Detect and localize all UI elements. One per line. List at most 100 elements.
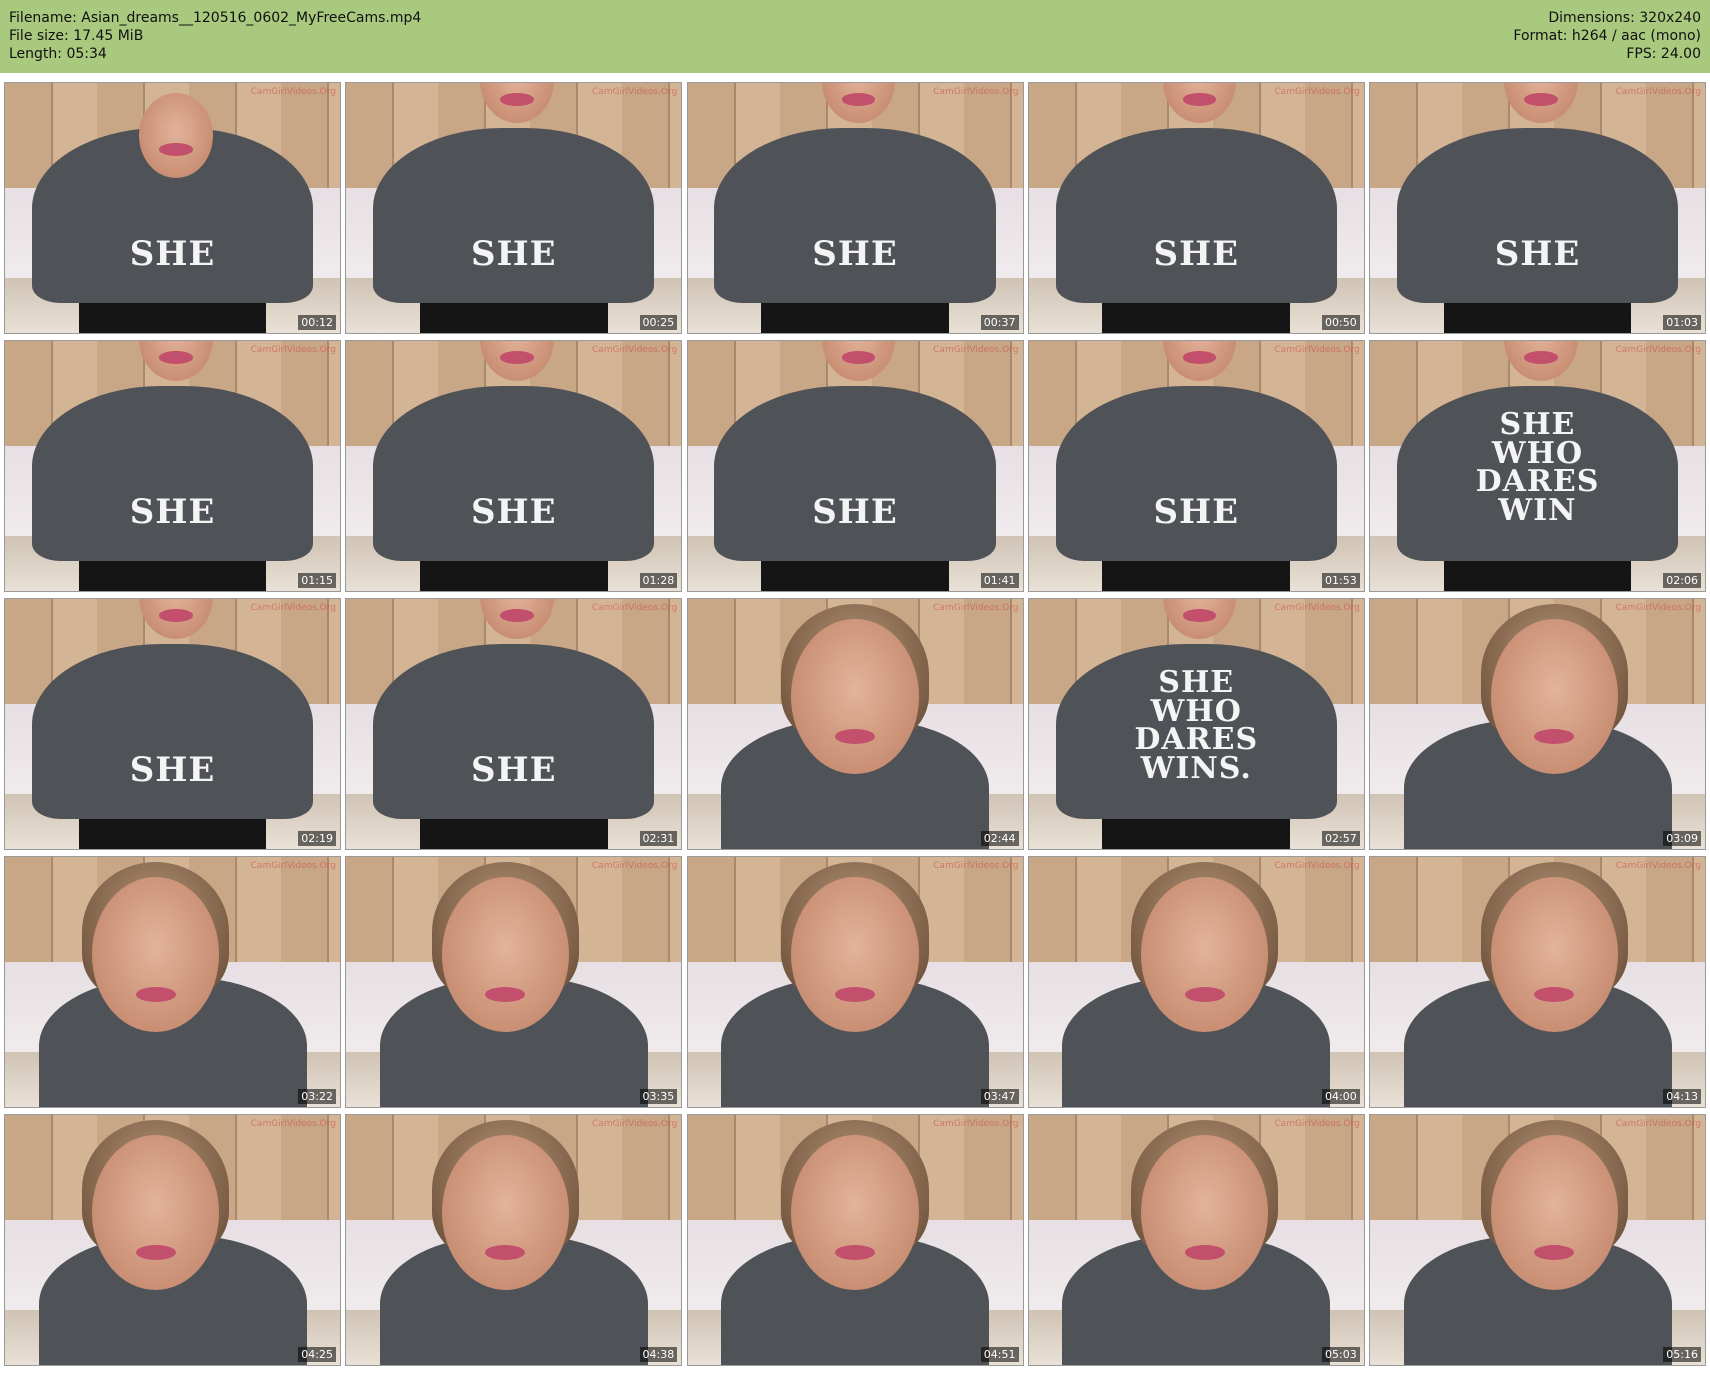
- watermark-text: CamGirlVideos.Org: [591, 345, 678, 355]
- video-thumbnail[interactable]: SHE CamGirlVideos.Org 01:41: [686, 340, 1024, 592]
- lips: [1182, 609, 1217, 622]
- face: [139, 93, 213, 178]
- thumbnail-timestamp: 02:19: [298, 831, 336, 846]
- thumbnail-timestamp: 01:28: [639, 573, 678, 588]
- thumbnail-frame-image: [346, 857, 682, 1107]
- lips: [1184, 1245, 1225, 1260]
- video-thumbnail[interactable]: CamGirlVideos.Org 05:03: [1027, 1114, 1365, 1366]
- face: [791, 1135, 919, 1290]
- thumbnail-frame-image: SHE: [687, 341, 1023, 591]
- thumbnail-timestamp: 02:44: [980, 831, 1019, 846]
- shirt-print-text: SHE: [470, 492, 557, 532]
- thumbnail-timestamp: 05:03: [1322, 1347, 1360, 1362]
- thumbnail-timestamp: 01:41: [980, 573, 1019, 588]
- watermark-text: CamGirlVideos.Org: [1615, 87, 1701, 97]
- thumbnail-frame-image: SHE: [1370, 83, 1705, 333]
- lips: [834, 987, 876, 1002]
- watermark-text: CamGirlVideos.Org: [250, 87, 336, 97]
- thumbnail-timestamp: 03:22: [298, 1089, 336, 1104]
- video-thumbnail[interactable]: CamGirlVideos.Org 04:51: [686, 1114, 1024, 1366]
- lips: [1534, 1245, 1575, 1260]
- thumbnail-timestamp: 03:35: [639, 1089, 678, 1104]
- lips: [834, 1245, 876, 1260]
- lips: [500, 351, 534, 364]
- lips: [1184, 987, 1225, 1002]
- video-thumbnail[interactable]: CamGirlVideos.Org 04:13: [1369, 856, 1706, 1108]
- video-thumbnail[interactable]: SHE CamGirlVideos.Org 00:37: [686, 82, 1024, 334]
- face: [441, 1135, 570, 1290]
- lips: [159, 143, 193, 156]
- lips: [841, 351, 876, 364]
- thumbnail-timestamp: 01:03: [1663, 315, 1701, 330]
- watermark-text: CamGirlVideos.Org: [933, 1119, 1019, 1129]
- thumbnail-timestamp: 02:31: [639, 831, 678, 846]
- face: [92, 877, 220, 1032]
- video-thumbnail[interactable]: SHE WHO DARES WINS. CamGirlVideos.Org 02:5…: [1027, 598, 1365, 850]
- video-thumbnail[interactable]: CamGirlVideos.Org 04:25: [4, 1114, 341, 1366]
- watermark-text: CamGirlVideos.Org: [591, 603, 678, 613]
- watermark-text: CamGirlVideos.Org: [250, 1119, 336, 1129]
- thumbnail-frame-image: [687, 857, 1023, 1107]
- video-thumbnail[interactable]: SHE CamGirlVideos.Org 01:15: [4, 340, 341, 592]
- filesize-label: File size: 17.45 MiB: [9, 28, 144, 44]
- filename-label: Filename: Asian_dreams__120516_0602_MyFr…: [9, 10, 422, 26]
- face: [1140, 877, 1269, 1032]
- video-thumbnail[interactable]: CamGirlVideos.Org 03:22: [4, 856, 341, 1108]
- shirt-print-text: SHE: [129, 750, 216, 790]
- video-thumbnail[interactable]: CamGirlVideos.Org 03:47: [686, 856, 1024, 1108]
- thumbnail-frame-image: SHE WHO DARES WINS.: [1028, 599, 1364, 849]
- lips: [135, 1245, 176, 1260]
- face: [441, 877, 570, 1032]
- watermark-text: CamGirlVideos.Org: [591, 87, 678, 97]
- shirt-print-text: SHE: [1153, 492, 1240, 532]
- thumbnail-frame-image: [1370, 857, 1705, 1107]
- thumbnail-timestamp: 01:53: [1322, 573, 1360, 588]
- shirt-print-text: SHE: [470, 750, 557, 790]
- thumbnail-timestamp: 02:57: [1322, 831, 1360, 846]
- video-thumbnail[interactable]: CamGirlVideos.Org 05:16: [1369, 1114, 1706, 1366]
- file-info-header: Filename: Asian_dreams__120516_0602_MyFr…: [0, 0, 1710, 73]
- thumbnail-frame-image: SHE: [1028, 83, 1364, 333]
- video-thumbnail[interactable]: SHE CamGirlVideos.Org 01:03: [1369, 82, 1706, 334]
- tshirt: [373, 128, 655, 303]
- video-thumbnail[interactable]: SHE CamGirlVideos.Org 01:28: [345, 340, 683, 592]
- watermark-text: CamGirlVideos.Org: [1615, 603, 1701, 613]
- watermark-text: CamGirlVideos.Org: [1274, 1119, 1360, 1129]
- format-label: Format: h264 / aac (mono): [1513, 28, 1701, 44]
- thumbnail-frame-image: [1028, 857, 1364, 1107]
- video-thumbnail[interactable]: SHE CamGirlVideos.Org 02:31: [345, 598, 683, 850]
- video-thumbnail[interactable]: SHE CamGirlVideos.Org 00:12: [4, 82, 341, 334]
- thumbnail-frame-image: SHE WHO DARES WIN: [1370, 341, 1705, 591]
- video-thumbnail[interactable]: SHE CamGirlVideos.Org 00:50: [1027, 82, 1365, 334]
- thumbnail-frame-image: [346, 1115, 682, 1365]
- thumbnail-frame-image: [1370, 1115, 1705, 1365]
- face: [791, 619, 919, 774]
- thumbnail-timestamp: 03:09: [1663, 831, 1701, 846]
- video-thumbnail[interactable]: CamGirlVideos.Org 03:35: [345, 856, 683, 1108]
- video-thumbnail[interactable]: SHE WHO DARES WIN CamGirlVideos.Org 02:06: [1369, 340, 1706, 592]
- tshirt: [373, 386, 655, 561]
- thumbnail-timestamp: 05:16: [1663, 1347, 1701, 1362]
- video-thumbnail[interactable]: CamGirlVideos.Org 03:09: [1369, 598, 1706, 850]
- video-thumbnail[interactable]: SHE CamGirlVideos.Org 01:53: [1027, 340, 1365, 592]
- lips: [1524, 351, 1558, 364]
- tshirt: [31, 644, 314, 819]
- lips: [159, 609, 193, 622]
- watermark-text: CamGirlVideos.Org: [250, 603, 336, 613]
- video-thumbnail[interactable]: CamGirlVideos.Org 04:38: [345, 1114, 683, 1366]
- thumbnail-frame-image: SHE: [346, 341, 682, 591]
- video-thumbnail[interactable]: CamGirlVideos.Org 02:44: [686, 598, 1024, 850]
- face: [1490, 877, 1618, 1032]
- watermark-text: CamGirlVideos.Org: [1615, 1119, 1701, 1129]
- thumbnail-timestamp: 04:13: [1663, 1089, 1701, 1104]
- video-thumbnail[interactable]: SHE CamGirlVideos.Org 02:19: [4, 598, 341, 850]
- shirt-print-text: SHE: [129, 234, 216, 274]
- tshirt: [1396, 128, 1679, 303]
- shirt-print-text: SHE WHO DARES WINS.: [1134, 665, 1259, 786]
- watermark-text: CamGirlVideos.Org: [250, 861, 336, 871]
- video-thumbnail[interactable]: CamGirlVideos.Org 04:00: [1027, 856, 1365, 1108]
- video-thumbnail[interactable]: SHE CamGirlVideos.Org 00:25: [345, 82, 683, 334]
- thumbnail-frame-image: SHE: [5, 599, 340, 849]
- face: [791, 877, 919, 1032]
- watermark-text: CamGirlVideos.Org: [933, 87, 1019, 97]
